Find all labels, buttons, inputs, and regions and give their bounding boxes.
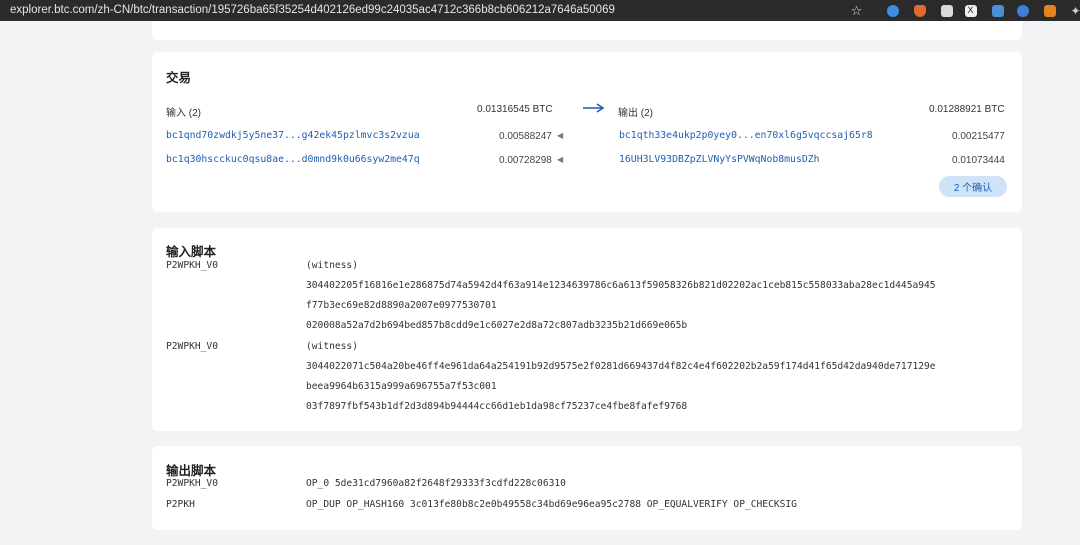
script-type: P2WPKH_V0 [166, 341, 218, 352]
triangle-left-icon: ◀ [557, 131, 564, 140]
triangle-left-icon: ◀ [557, 155, 564, 164]
output-address[interactable]: bc1qth33e4ukp2p0yey0...en70xl6g5vqccsaj6… [619, 130, 873, 141]
script-line: 03f7897fbf543b1df2d3d894b94444cc66d1eb1d… [306, 401, 688, 412]
shield-extension-icon[interactable] [1014, 2, 1031, 19]
script-line: OP_DUP OP_HASH160 3c013fe80b8c2e0b49558c… [306, 499, 797, 510]
arrow-right-icon [583, 103, 605, 113]
script-line: OP_0 5de31cd7960a82f2648f29333f3cdfd228c… [306, 478, 566, 489]
script-line: 304402205f16816e1e286875d74a5942d4f63a91… [306, 280, 936, 291]
script-line: beea9964b6315a999a696755a7f53c001 [306, 381, 497, 392]
cube-extension-icon[interactable] [938, 2, 955, 19]
grid-extension-icon[interactable] [989, 2, 1006, 19]
output-scripts-title: 输出脚本 [166, 464, 217, 478]
previous-section-card [152, 21, 1022, 40]
transaction-card: 交易 输入 (2) 0.01316545 BTC 输出 (2) 0.012889… [152, 52, 1022, 212]
transaction-title: 交易 [166, 71, 192, 85]
input-address[interactable]: bc1q30hscckuc0qsu8ae...d0mnd9k0u66syw2me… [166, 154, 420, 165]
outputs-total: 0.01288921 BTC [929, 104, 1005, 115]
outputs-label: 输出 (2) [618, 108, 653, 119]
output-amount: 0.01073444 [952, 155, 1005, 166]
input-address[interactable]: bc1qnd70zwdkj5y5ne37...g42ek45pzlmvc3s2v… [166, 130, 420, 141]
script-line: 3044022071c504a20be46ff4e961da64a254191b… [306, 361, 936, 372]
address-bar[interactable]: explorer.btc.com/zh-CN/btc/transaction/1… [10, 3, 615, 18]
inputs-total: 0.01316545 BTC [477, 104, 553, 115]
inputs-label: 输入 (2) [166, 108, 201, 119]
script-type: P2WPKH_V0 [166, 260, 218, 271]
confirmations-badge[interactable]: 2 个确认 [939, 176, 1007, 197]
output-scripts-card: 输出脚本 P2WPKH_V0 OP_0 5de31cd7960a82f2648f… [152, 446, 1022, 530]
output-address[interactable]: 16UH3LV93DBZpZLVNyYsPVWqNob8musDZh [619, 154, 820, 165]
script-line: (witness) [306, 260, 358, 271]
orange-extension-icon[interactable] [911, 2, 928, 19]
script-type: P2PKH [166, 499, 195, 510]
output-amount: 0.00215477 [952, 131, 1005, 142]
input-amount: 0.00728298 [499, 155, 552, 166]
input-amount: 0.00588247 [499, 131, 552, 142]
fox-extension-icon[interactable] [1041, 2, 1058, 19]
blue-extension-icon[interactable] [884, 2, 901, 19]
script-line: (witness) [306, 341, 358, 352]
script-line: 020008a52a7d2b694bed857b8cdd9e1c6027e2d8… [306, 320, 688, 331]
script-line: f77b3ec69e82d8890a2007e0977530701 [306, 300, 497, 311]
star-icon[interactable]: ☆ [848, 2, 865, 19]
x-extension-icon[interactable]: X [962, 2, 979, 19]
script-type: P2WPKH_V0 [166, 478, 218, 489]
input-scripts-card: 输入脚本 P2WPKH_V0 (witness) 304402205f16816… [152, 228, 1022, 431]
browser-toolbar: explorer.btc.com/zh-CN/btc/transaction/1… [0, 0, 1080, 21]
puzzle-icon[interactable]: ✦ [1067, 2, 1080, 19]
input-scripts-title: 输入脚本 [166, 245, 217, 259]
